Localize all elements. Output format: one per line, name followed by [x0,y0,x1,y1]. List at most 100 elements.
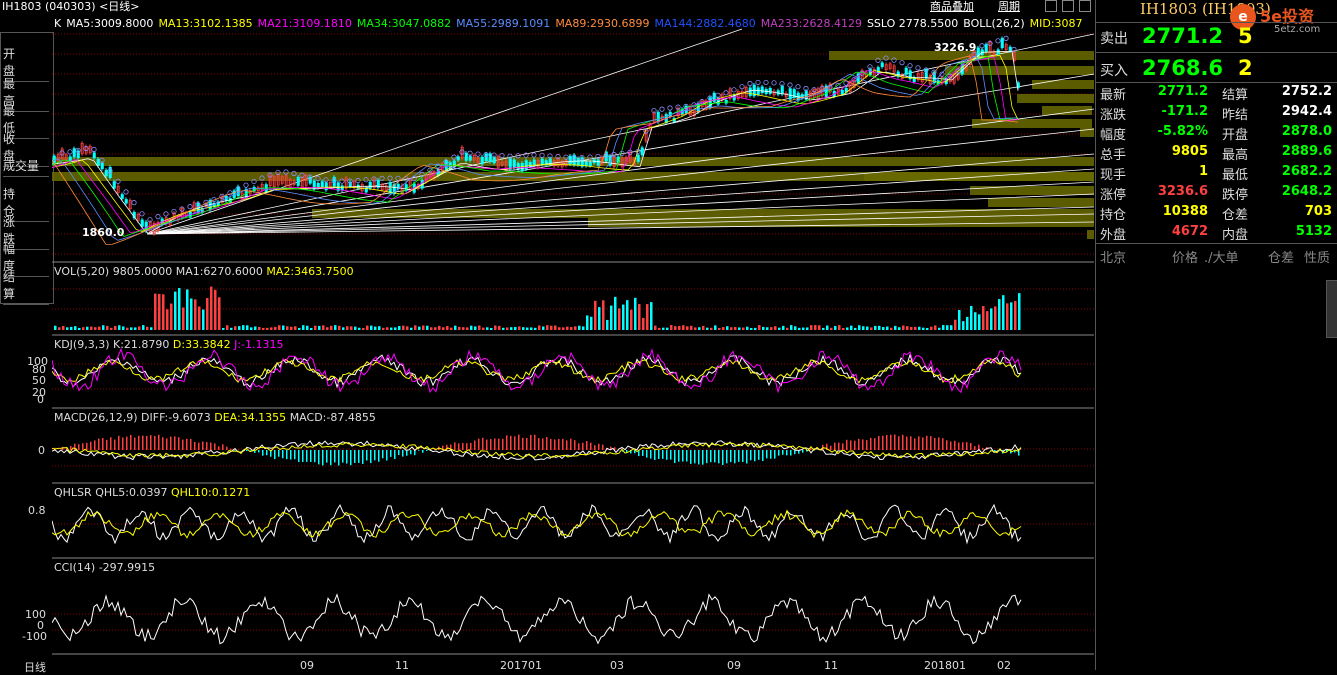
macd-bar [766,450,768,458]
kdj-tick-0: 0 [37,393,44,406]
volume-bar [570,327,573,330]
macd-bar [482,438,484,450]
x-label-9: 02 [997,659,1011,672]
volume-bar [322,325,325,330]
volume-bar [278,325,281,330]
volume-profile-band [1017,94,1094,103]
volume-bar [806,327,809,330]
quote-value-0b: 2752.2 [1268,84,1332,99]
macd-bar [214,443,216,450]
candle-body [125,199,128,203]
macd-bar [314,450,316,462]
cci-title: CCI(14) [54,561,95,574]
menu-overlay[interactable]: 商品叠加 [930,0,974,14]
macd-bar [142,436,144,450]
sar-dot [244,183,248,187]
volume-bar [842,328,845,330]
volume-bar [810,325,813,330]
macd-bar [498,439,500,450]
volume-bar [586,315,589,330]
close-button[interactable] [1079,0,1091,12]
volume-bar [514,327,517,330]
chart-area[interactable]: KMA5:3009.8000MA13:3102.1385MA21:3109.18… [52,14,1094,662]
macd-bar [678,450,680,462]
indicator-0: K [54,17,61,30]
macd-dea-line [52,443,1021,458]
macd-bar [466,443,468,450]
macd-bar [478,439,480,450]
macd-bar [590,443,592,450]
macd-bar [722,450,724,465]
macd-title: MACD(26,12,9) [54,411,138,424]
macd-bar [582,443,584,450]
macd-bar [890,435,892,450]
macd-bar [566,440,568,450]
volume-bar [62,326,65,330]
candle-body [521,163,524,171]
indicator-row: KMA5:3009.8000MA13:3102.1385MA21:3109.18… [54,17,1088,30]
macd-bar [686,450,688,462]
volume-bar [334,325,337,330]
macd-bar [750,450,752,460]
macd-bar [178,437,180,450]
volume-bar [658,328,661,330]
macd-bar [98,439,100,450]
sar-dot [132,200,136,204]
macd-bar [534,435,536,450]
volume-bar [834,326,837,330]
candle-body [781,86,784,94]
candle-body [121,194,124,198]
volume-bar [194,299,197,330]
volume-bar [222,328,225,330]
macd-bar [726,450,728,463]
scrollbar[interactable] [1326,280,1337,338]
sar-dot [980,44,984,48]
volume-bar [554,326,557,330]
candle-body [69,157,72,161]
quote-label-0a: 最新 [1100,84,1126,103]
volume-bar [678,326,681,330]
macd-bar [374,450,376,460]
quote-label-5a: 涨停 [1100,184,1126,203]
macd-bar [370,450,372,463]
buy-price: 2768.6 [1142,56,1223,80]
macd-bar [246,450,248,451]
volume-bar [290,327,293,330]
macd-bar [662,450,664,459]
volume-bar [874,326,877,330]
volume-bar [1014,301,1017,330]
x-label-4: 03 [610,659,624,672]
restore-button[interactable] [1045,0,1057,12]
macd-bar [334,450,336,462]
macd-diff: DIFF:-9.6073 [141,411,211,424]
maximize-button[interactable] [1062,0,1074,12]
macd-bar [958,443,960,450]
macd-bar [706,450,708,463]
macd-bar [454,442,456,450]
macd-bar [762,450,764,461]
volume-bar [378,326,381,330]
macd-bar [738,450,740,462]
menu-period[interactable]: 周期 [998,0,1020,14]
qhlsr-legend: QHLSR QHL5:0.0397 QHL10:0.1271 [54,486,250,499]
macd-bar [282,450,284,458]
volume-bar [610,306,613,330]
macd-bar [294,450,296,459]
macd-bar [114,440,116,450]
macd-bar [886,435,888,450]
volume-bar [130,327,133,330]
volume-bar [366,326,369,330]
indicator-3: MA21:3109.1810 [258,17,352,30]
qhl5-line [52,505,1021,543]
volume-bar [58,327,61,330]
candle-body [469,156,472,160]
macd-bar [94,440,96,450]
volume-bar [66,327,69,330]
quote-label-4b: 最低 [1222,164,1248,183]
volume-bar [86,327,89,330]
macd-bar [218,446,220,450]
indicator-7: MA144:2882.4680 [655,17,756,30]
volume-bar [402,326,405,330]
volume-bar [486,327,489,330]
volume-bar [226,325,229,330]
